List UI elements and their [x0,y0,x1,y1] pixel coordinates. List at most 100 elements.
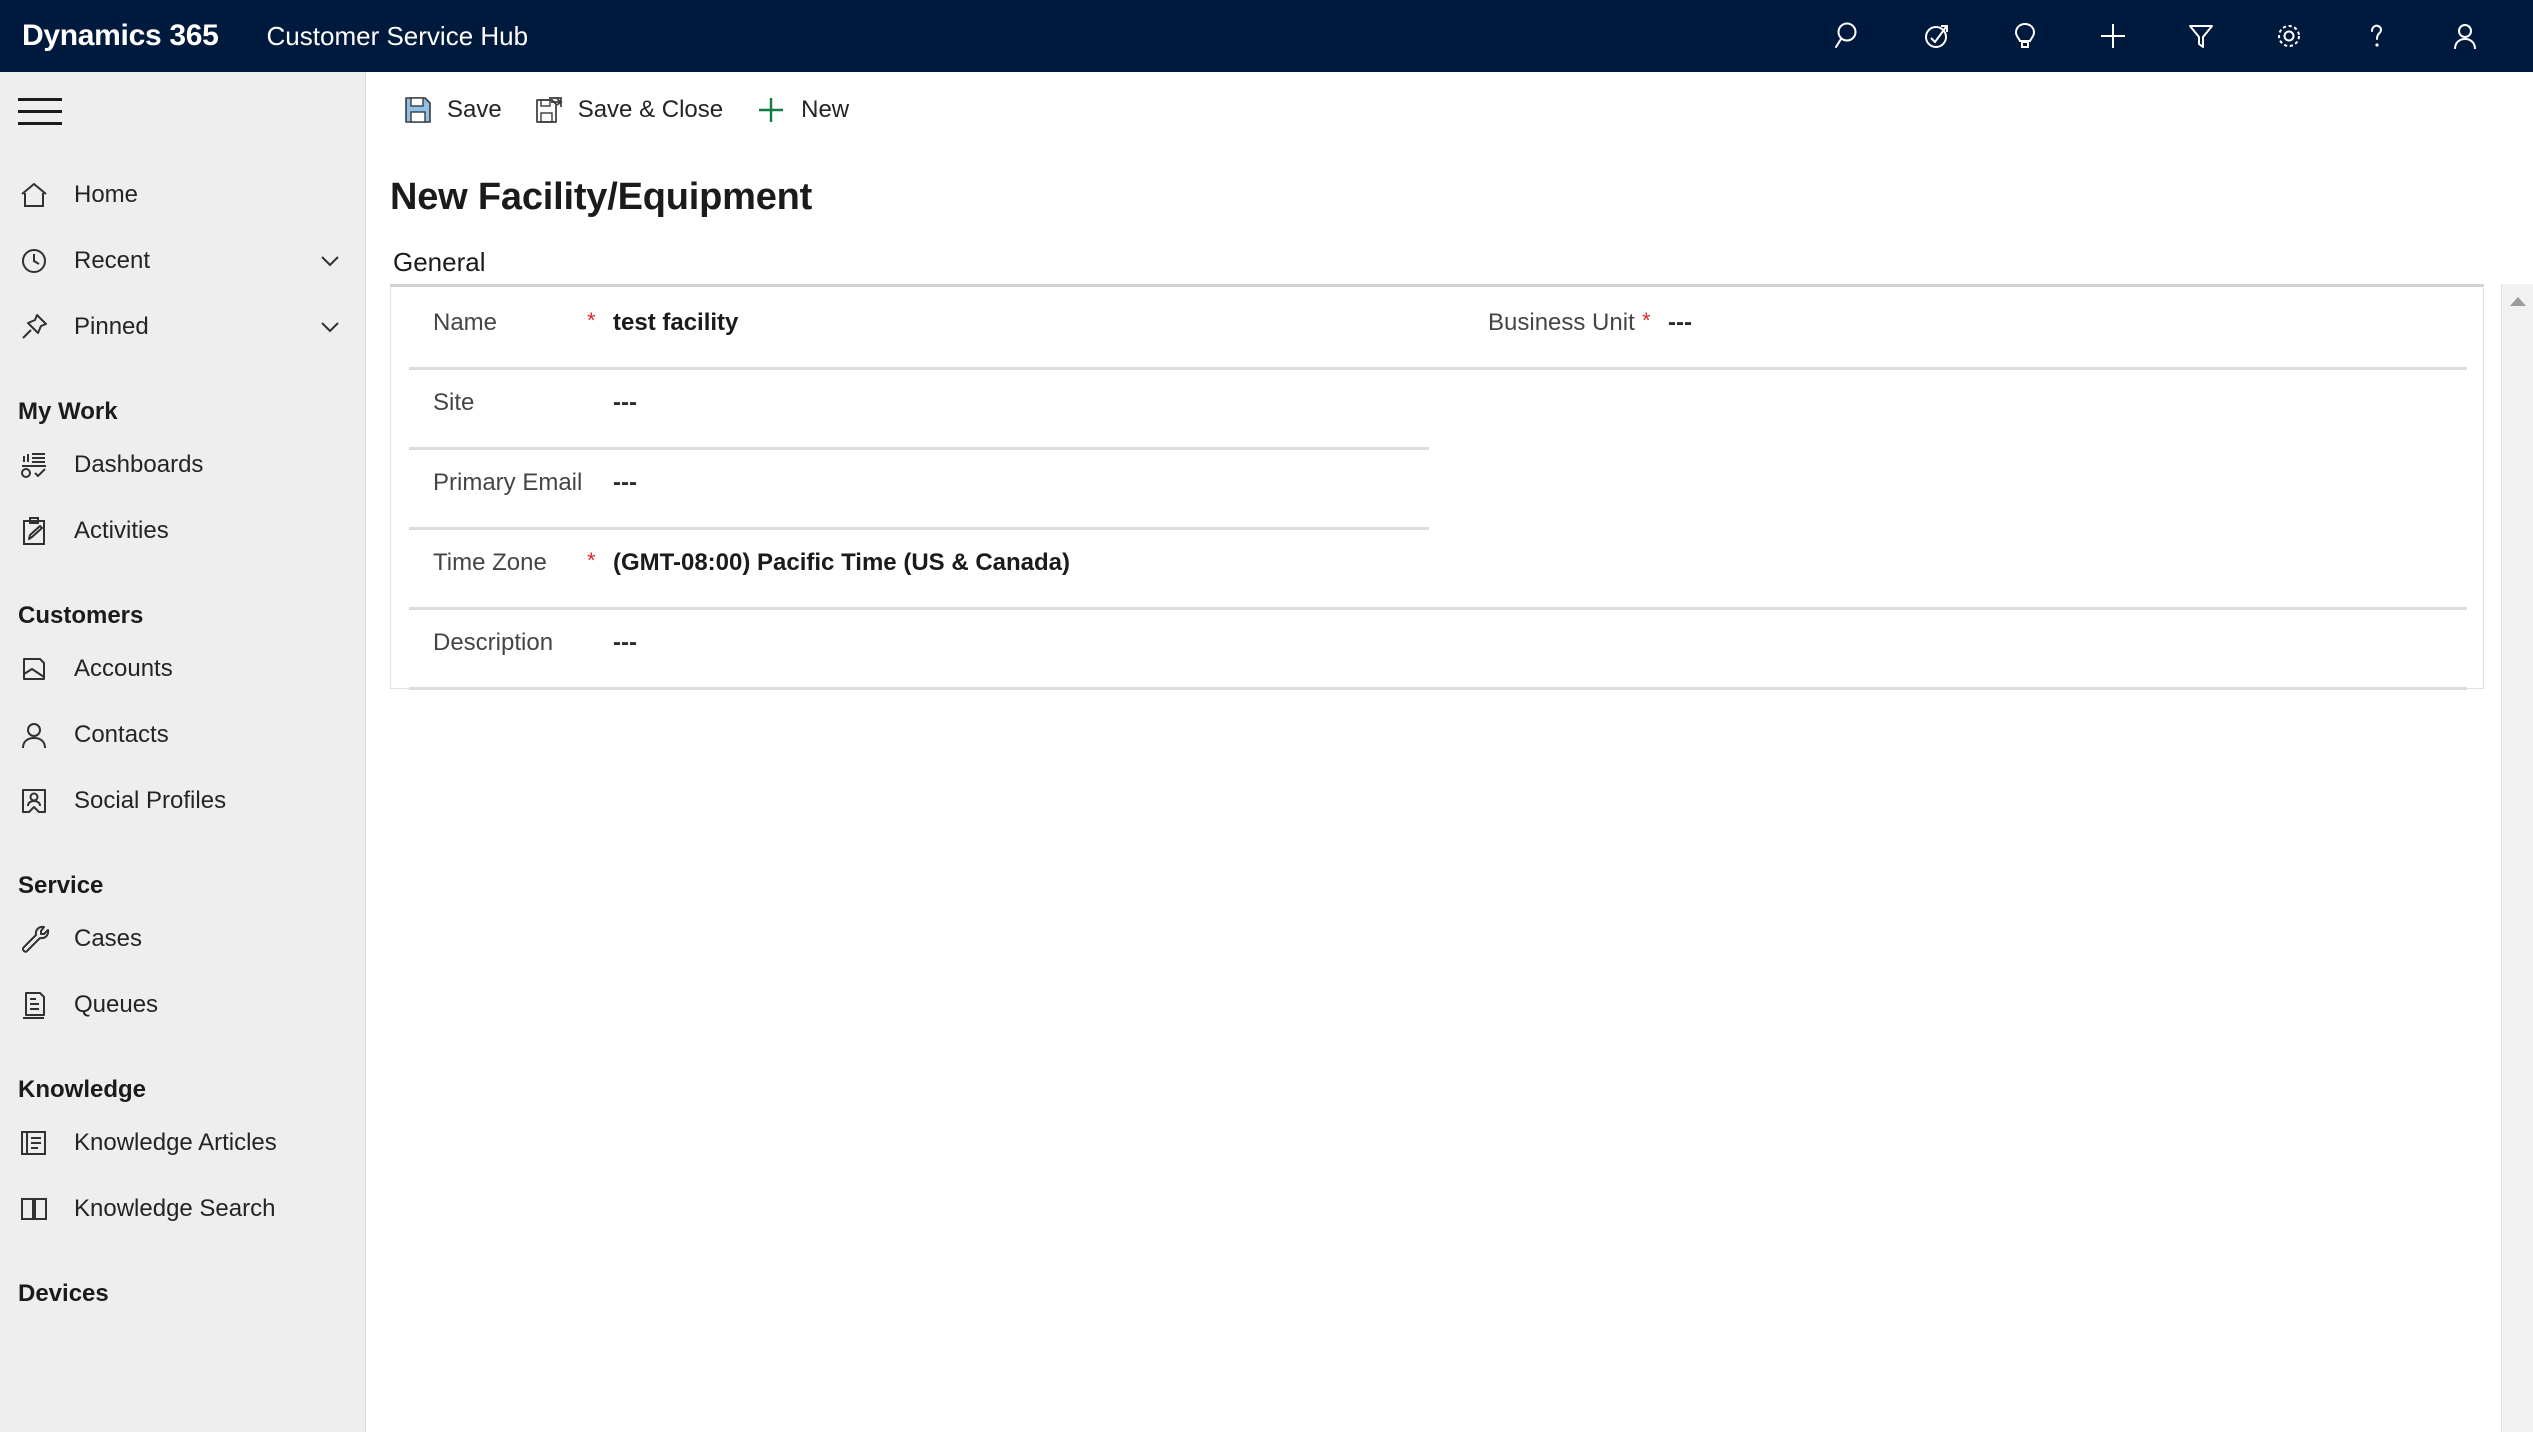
field-site[interactable]: Site --- [391,367,1446,447]
help-icon[interactable] [2333,0,2421,72]
field-description-label: Description [433,629,554,656]
sidebar-item-home[interactable]: Home [0,162,365,228]
user-profile-icon[interactable] [2421,0,2509,72]
article-icon [18,1123,74,1163]
search-icon[interactable] [1805,0,1893,72]
sidebar-item-label: Social Profiles [74,787,227,814]
form-row-5: Description --- [391,607,2483,687]
sidebar-item-social-profiles[interactable]: Social Profiles [0,768,365,834]
sidebar-item-knowledge-search[interactable]: Knowledge Search [0,1176,365,1242]
filter-icon[interactable] [2157,0,2245,72]
form-row-2: Site --- [391,367,2483,447]
sidebar-item-label: Recent [74,247,151,274]
sidebar-item-label: Cases [74,925,143,952]
sidebar-item-contacts[interactable]: Contacts [0,702,365,768]
save-and-close-icon [534,95,564,125]
book-icon [18,1189,74,1229]
new-button-label: New [801,95,850,123]
sidebar-item-label: Knowledge Search [74,1195,276,1222]
assistant-icon[interactable] [1893,0,1981,72]
sidebar-item-label: Pinned [74,313,149,340]
chevron-down-icon[interactable] [313,244,347,278]
sidebar-item-label: Queues [74,991,159,1018]
sidebar-item-accounts[interactable]: Accounts [0,636,365,702]
page-title: New Facility/Equipment [390,176,813,218]
field-business-unit-label: Business Unit [1488,309,1635,336]
field-name-value[interactable]: test facility [613,309,738,337]
field-time-zone[interactable]: Time Zone * (GMT-08:00) Pacific Time (US… [391,527,1446,607]
contact-icon [18,715,74,755]
sidebar-item-label: Knowledge Articles [74,1129,277,1156]
command-bar: Save Save & Close New [367,72,2533,148]
chevron-down-icon[interactable] [313,310,347,344]
form-column-left: Description --- [391,607,1446,687]
sidebar-item-label: Home [74,181,139,208]
field-primary-email-value[interactable]: --- [613,469,637,497]
field-name-label: Name [433,309,498,336]
home-icon [18,175,74,215]
accounts-icon [18,649,74,689]
app-title: Customer Service Hub [266,20,529,51]
field-time-zone-required-indicator: * [587,548,596,573]
tab-general-label: General [393,247,486,277]
sidebar-item-cases[interactable]: Cases [0,906,365,972]
field-name[interactable]: Name * test facility [391,287,1446,367]
header-icon-group [1805,0,2533,72]
form-column-left: Time Zone * (GMT-08:00) Pacific Time (US… [391,527,1446,607]
sidebar-group-knowledge: Knowledge [18,1076,147,1103]
form-divider [409,687,2467,690]
form-scrollbar[interactable] [2501,284,2533,1432]
field-business-unit-required-indicator: * [1642,308,1651,333]
field-time-zone-value[interactable]: (GMT-08:00) Pacific Time (US & Canada) [613,549,1070,577]
plus-icon [755,94,787,126]
field-business-unit-value[interactable]: --- [1668,309,1692,337]
scroll-up-arrow-icon[interactable] [2502,284,2533,318]
dynamics-brand[interactable]: Dynamics 365 [22,19,219,53]
field-description[interactable]: Description --- [391,607,1446,687]
sidebar-item-recent[interactable]: Recent [0,228,365,294]
field-name-required-indicator: * [587,308,596,333]
field-description-value[interactable]: --- [613,629,637,657]
sidebar-navigation: Home Recent Pinned My Work Dashboards Ac [0,72,366,1432]
form-column-right: Business Unit * --- [1446,287,2481,367]
field-site-label: Site [433,389,475,416]
activities-icon [18,511,74,551]
save-and-close-button-label: Save & Close [577,95,724,123]
hamburger-bar [18,97,62,101]
lightbulb-icon[interactable] [1981,0,2069,72]
sidebar-group-my-work: My Work [18,398,118,425]
dashboard-icon [18,445,74,485]
form-row-3: Primary Email --- [391,447,2483,527]
general-form-card: Name * test facility Business Unit * ---… [390,284,2484,690]
sidebar-group-devices: Devices [18,1280,109,1307]
sidebar-item-pinned[interactable]: Pinned [0,294,365,360]
wrench-icon [18,919,74,959]
save-button-label: Save [447,95,502,123]
clock-icon [18,241,74,281]
form-column-left: Site --- [391,367,1446,447]
pin-icon [18,307,74,347]
sidebar-item-dashboards[interactable]: Dashboards [0,432,365,498]
sidebar-item-activities[interactable]: Activities [0,498,365,564]
save-button[interactable]: Save [387,81,518,139]
field-site-value[interactable]: --- [613,389,637,417]
new-button[interactable]: New [739,81,865,139]
sidebar-item-label: Accounts [74,655,173,682]
save-and-close-button[interactable]: Save & Close [518,81,739,139]
sidebar-item-knowledge-articles[interactable]: Knowledge Articles [0,1110,365,1176]
form-column-left: Primary Email --- [391,447,1446,527]
hamburger-bar [18,109,62,113]
hamburger-menu-icon[interactable] [0,72,78,150]
queues-icon [18,985,74,1025]
sidebar-item-label: Contacts [74,721,169,748]
field-business-unit[interactable]: Business Unit * --- [1446,287,2481,367]
save-icon [403,95,433,125]
form-column-left: Name * test facility [391,287,1446,367]
sidebar-group-customers: Customers [18,602,144,629]
field-primary-email[interactable]: Primary Email --- [391,447,1446,527]
sidebar-item-queues[interactable]: Queues [0,972,365,1038]
quick-create-icon[interactable] [2069,0,2157,72]
sidebar-group-service: Service [18,872,104,899]
gear-icon[interactable] [2245,0,2333,72]
social-profile-icon [18,781,74,821]
